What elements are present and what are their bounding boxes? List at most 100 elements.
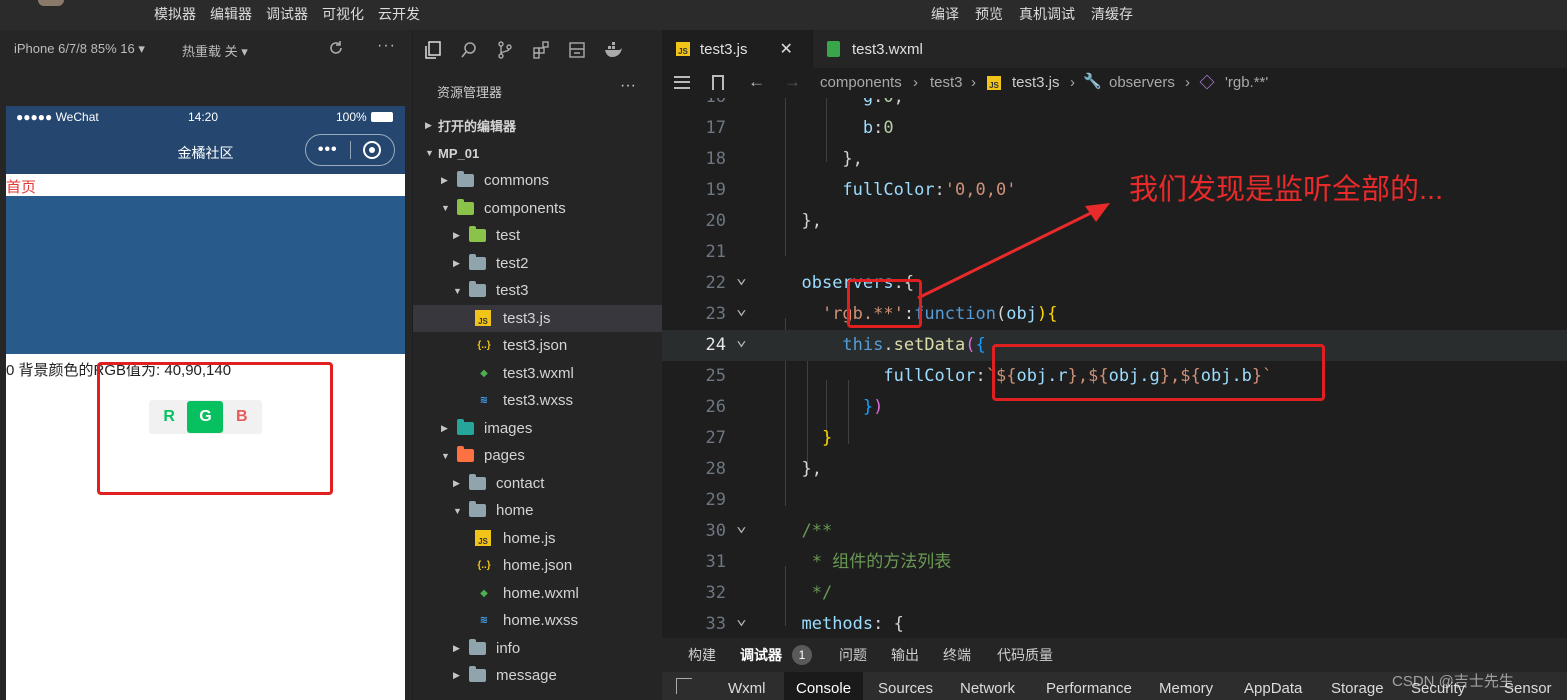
source-control-icon[interactable] <box>495 40 515 60</box>
code-line-21[interactable]: 21 <box>662 237 1567 268</box>
tree-folder-test2[interactable]: ▶ test2 <box>413 250 662 277</box>
devtools-tab-storage[interactable]: Storage <box>1331 680 1384 697</box>
tree-project-root[interactable]: ▼ MP_01 <box>413 140 662 167</box>
storage-icon[interactable] <box>567 40 587 60</box>
tree-file-test3-wxss[interactable]: ≋ test3.wxss <box>413 387 662 414</box>
device-select[interactable]: iPhone 6/7/8 85% 16 ▾ <box>14 41 145 57</box>
refresh-icon[interactable] <box>327 39 345 57</box>
tree-open-editors[interactable]: ▶ 打开的编辑器 <box>413 112 662 139</box>
tree-file-test3-js[interactable]: JS test3.js <box>413 304 662 332</box>
tree-file-home-json[interactable]: {..} home.json <box>413 552 662 579</box>
forward-icon[interactable]: → <box>784 72 801 92</box>
chevron-down-icon[interactable]: ▼ <box>441 451 450 461</box>
breadcrumb-components[interactable]: components <box>820 74 902 91</box>
tree-file-test3-wxml[interactable]: ◆ test3.wxml <box>413 360 662 387</box>
devtools-tab-wxml[interactable]: Wxml <box>728 680 766 697</box>
devtools-tab-appdata[interactable]: AppData <box>1244 680 1302 697</box>
tree-folder-contact[interactable]: ▶ contact <box>413 470 662 497</box>
chevron-right-icon[interactable]: ▶ <box>425 120 432 131</box>
chevron-down-icon[interactable]: ▼ <box>453 286 462 296</box>
chevron-down-icon[interactable]: ▼ <box>425 148 434 158</box>
user-avatar[interactable] <box>38 0 64 6</box>
preview-button[interactable]: 预览 <box>975 4 1003 24</box>
code-line-32[interactable]: 32 */ <box>662 578 1567 609</box>
menu-debugger[interactable]: 调试器 <box>266 4 308 24</box>
tree-folder-info[interactable]: ▶ info <box>413 635 662 662</box>
back-icon[interactable]: ← <box>748 72 765 92</box>
tree-folder-home[interactable]: ▼ home <box>413 497 662 524</box>
chevron-right-icon[interactable]: ▶ <box>441 175 448 186</box>
breadcrumb-observers[interactable]: observers <box>1109 74 1175 91</box>
hot-reload-toggle[interactable]: 热重载 关 ▾ <box>182 41 248 60</box>
search-icon[interactable] <box>459 40 479 60</box>
fold-chevron-icon[interactable]: ⌄ <box>736 603 747 634</box>
menu-dots-icon[interactable]: ••• <box>306 142 350 158</box>
fold-chevron-icon[interactable]: ⌄ <box>736 510 747 541</box>
explorer-more-icon[interactable]: ··· <box>620 77 636 95</box>
tab-test3-js[interactable]: JS test3.js ✕ <box>662 30 812 68</box>
tree-folder-commons[interactable]: ▶ commons <box>413 167 662 194</box>
chevron-right-icon[interactable]: ▶ <box>453 478 460 489</box>
chevron-down-icon[interactable]: ▼ <box>453 506 462 516</box>
fold-chevron-icon[interactable]: ⌄ <box>736 293 747 324</box>
code-line-17[interactable]: 17 b:0 <box>662 113 1567 144</box>
devtools-tab-network[interactable]: Network <box>960 680 1015 697</box>
tree-folder-test3[interactable]: ▼ test3 <box>413 277 662 304</box>
tab-code-quality[interactable]: 代码质量 <box>997 645 1053 665</box>
chevron-down-icon[interactable]: ▼ <box>441 203 450 213</box>
tree-folder-test[interactable]: ▶ test <box>413 222 662 249</box>
menu-editor[interactable]: 编辑器 <box>210 4 252 24</box>
code-line-31[interactable]: 31 * 组件的方法列表 <box>662 547 1567 578</box>
code-line-33[interactable]: 33 ⌄ methods: { <box>662 608 1567 640</box>
tree-folder-components[interactable]: ▼ components <box>413 195 662 222</box>
fold-chevron-icon[interactable]: ⌄ <box>736 262 747 293</box>
breadcrumb-test3[interactable]: test3 <box>930 74 963 91</box>
home-link[interactable]: 首页 <box>6 176 36 197</box>
tab-problems[interactable]: 问题 <box>839 645 867 665</box>
code-line-30[interactable]: 30 ⌄ /** <box>662 515 1567 547</box>
breadcrumb-rgb[interactable]: 'rgb.**' <box>1225 74 1268 91</box>
menu-cloud[interactable]: 云开发 <box>378 4 420 24</box>
tree-folder-pages[interactable]: ▼ pages <box>413 442 662 469</box>
code-line-29[interactable]: 29 <box>662 485 1567 516</box>
tree-folder-images[interactable]: ▶ images <box>413 415 662 442</box>
code-line-20[interactable]: 20 }, <box>662 206 1567 237</box>
code-line-28[interactable]: 28 }, <box>662 454 1567 485</box>
menu-simulator[interactable]: 模拟器 <box>154 4 196 24</box>
files-icon[interactable] <box>423 40 443 60</box>
remote-debug-button[interactable]: 真机调试 <box>1019 4 1075 24</box>
tab-debugger[interactable]: 调试器 <box>740 645 782 665</box>
tab-test3-wxml[interactable]: test3.wxml <box>812 30 962 68</box>
chevron-right-icon[interactable]: ▶ <box>453 670 460 681</box>
chevron-right-icon[interactable]: ▶ <box>441 423 448 434</box>
tree-file-home-wxss[interactable]: ≋ home.wxss <box>413 607 662 634</box>
docker-icon[interactable] <box>603 40 623 60</box>
close-icon[interactable]: ✕ <box>780 39 793 59</box>
code-line-27[interactable]: 27 } <box>662 423 1567 454</box>
breadcrumb-file[interactable]: test3.js <box>1012 74 1060 91</box>
close-mini-program-icon[interactable] <box>350 141 394 159</box>
tab-terminal[interactable]: 终端 <box>943 645 971 665</box>
chevron-right-icon[interactable]: ▶ <box>453 230 460 241</box>
inspect-icon[interactable] <box>676 678 692 694</box>
devtools-tab-console[interactable]: Console <box>784 672 864 700</box>
code-line-22[interactable]: 22 ⌄ observers:{ <box>662 267 1567 299</box>
fold-chevron-icon[interactable]: ⌄ <box>736 324 747 355</box>
compile-button[interactable]: 编译 <box>931 4 959 24</box>
code-line-23[interactable]: 23 ⌄ 'rgb.**':function(obj){ <box>662 298 1567 330</box>
tab-output[interactable]: 输出 <box>891 645 919 665</box>
extensions-icon[interactable] <box>531 40 551 60</box>
tab-build[interactable]: 构建 <box>688 645 716 665</box>
tree-folder-message[interactable]: ▶ message <box>413 662 662 689</box>
more-icon[interactable]: ··· <box>377 37 396 55</box>
devtools-tab-performance[interactable]: Performance <box>1046 680 1132 697</box>
list-icon[interactable] <box>674 76 690 89</box>
devtools-tab-memory[interactable]: Memory <box>1159 680 1213 697</box>
tree-file-home-js[interactable]: JS home.js <box>413 525 662 552</box>
tree-file-home-wxml[interactable]: ◆ home.wxml <box>413 580 662 607</box>
chevron-right-icon[interactable]: ▶ <box>453 643 460 654</box>
devtools-tab-sources[interactable]: Sources <box>878 680 933 697</box>
tree-file-test3-json[interactable]: {..} test3.json <box>413 332 662 359</box>
bookmark-icon[interactable] <box>712 75 724 90</box>
chevron-right-icon[interactable]: ▶ <box>453 258 460 269</box>
